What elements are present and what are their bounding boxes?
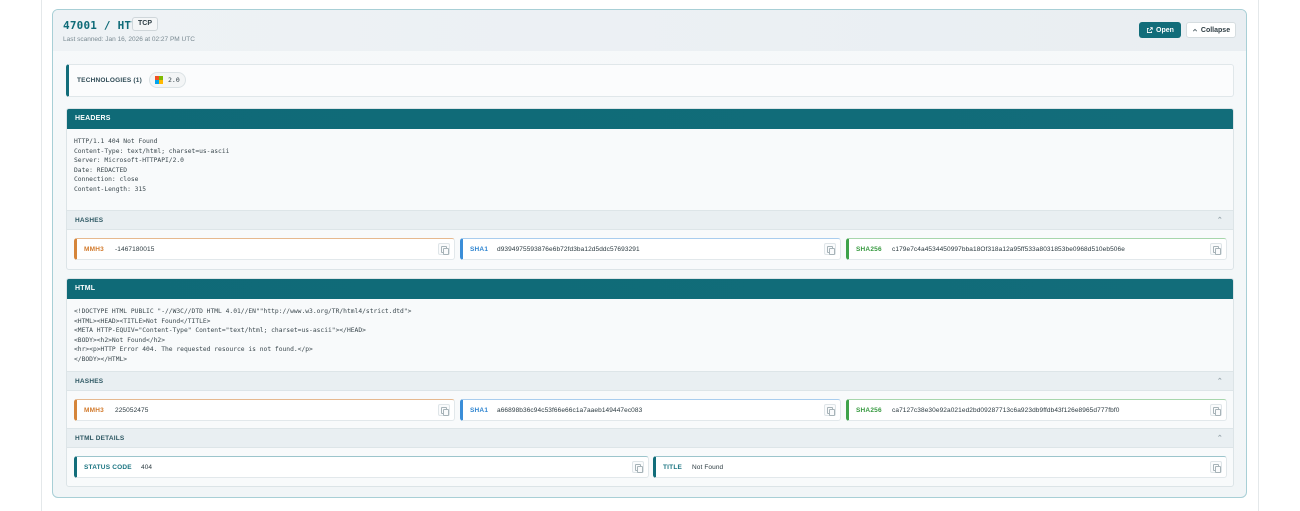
technologies-label: TECHNOLOGIES (1) [77,77,142,84]
html-details-toggle[interactable]: HTML DETAILS ⌃ [67,428,1233,448]
sha1-value: a66898b36c94c53f66e66c1a7aaeb149447ec083 [497,407,643,414]
sha256-value: c179e7c4a4534450997bba18Of318a12a95ff533… [892,246,1125,253]
open-button-label: Open [1156,26,1174,34]
status-code-value: 404 [141,464,153,471]
copy-icon[interactable] [438,404,450,416]
mmh3-value: 225052475 [115,407,149,414]
external-link-icon [1147,26,1153,33]
headers-hashes-title: HASHES [75,217,104,224]
html-mmh3-field: MMH3 225052475 [74,399,455,421]
copy-icon[interactable] [1210,461,1222,473]
html-sha1-field: SHA1 a66898b36c94c53f66e66c1a7aaeb149447… [460,399,841,421]
copy-icon[interactable] [438,243,450,255]
collapse-button[interactable]: Collapse [1186,22,1236,38]
mmh3-value: -1467180015 [115,246,155,253]
chevron-up-icon: ⌃ [1216,435,1223,442]
sha1-label: SHA1 [470,407,489,414]
status-code-label: STATUS CODE [84,464,132,471]
sha256-label: SHA256 [856,407,882,414]
html-details-title: HTML DETAILS [75,435,125,442]
html-sha256-field: SHA256 ca7127c38e30e92a021ed2bd09287713c… [846,399,1227,421]
microsoft-logo-icon [155,76,163,84]
sha1-label: SHA1 [470,246,489,253]
technologies-panel: TECHNOLOGIES (1) 2.0 [66,64,1234,97]
headers-raw-text: HTTP/1.1 404 Not Found Content-Type: tex… [74,138,230,193]
status-code-field: STATUS CODE 404 [74,456,649,478]
sha256-label: SHA256 [856,246,882,253]
html-raw-text: <!DOCTYPE HTML PUBLIC "-//W3C//DTD HTML … [74,308,412,363]
mmh3-label: MMH3 [84,407,104,414]
html-section-title: HTML [67,279,1233,299]
chevron-up-icon [1192,28,1198,32]
headers-sha1-field: SHA1 d9394975593876e6b72fd3ba12d5ddc5769… [460,238,841,260]
headers-sha256-field: SHA256 c179e7c4a4534450997bba18Of318a12a… [846,238,1227,260]
sha1-value: d9394975593876e6b72fd3ba12d5ddc57693291 [497,246,640,253]
html-hashes-toggle[interactable]: HASHES ⌃ [67,371,1233,391]
headers-section-title: HEADERS [67,109,1233,129]
title-label: TITLE [663,464,683,471]
page-left-border [41,0,42,511]
title-value: Not Found [692,464,724,471]
copy-icon[interactable] [1210,243,1222,255]
title-field: TITLE Not Found [653,456,1227,478]
page-right-border [1258,0,1259,511]
technology-chip[interactable]: 2.0 [149,72,186,88]
collapse-button-label: Collapse [1200,26,1231,34]
port-card: 47001 / HTTP TCP Last scanned: Jan 16, 2… [52,9,1247,498]
copy-icon[interactable] [824,404,836,416]
sha256-value: ca7127c38e30e92a021ed2bd09287713c6a923db… [892,407,1120,414]
headers-hashes-toggle[interactable]: HASHES ⌃ [67,210,1233,230]
port-card-header: 47001 / HTTP TCP Last scanned: Jan 16, 2… [53,10,1246,51]
technology-version: 2.0 [168,76,180,84]
open-button[interactable]: Open [1139,22,1181,38]
copy-icon[interactable] [632,461,644,473]
copy-icon[interactable] [1210,404,1222,416]
last-scanned-text: Last scanned: Jan 16, 2026 at 02:27 PM U… [63,36,195,43]
copy-icon[interactable] [824,243,836,255]
mmh3-label: MMH3 [84,246,104,253]
html-hashes-title: HASHES [75,378,104,385]
chevron-up-icon: ⌃ [1216,217,1223,224]
headers-mmh3-field: MMH3 -1467180015 [74,238,455,260]
headers-section: HEADERS HTTP/1.1 404 Not Found Content-T… [66,108,1234,270]
protocol-badge: TCP [132,17,158,31]
chevron-up-icon: ⌃ [1216,378,1223,385]
html-section: HTML <!DOCTYPE HTML PUBLIC "-//W3C//DTD … [66,278,1234,487]
